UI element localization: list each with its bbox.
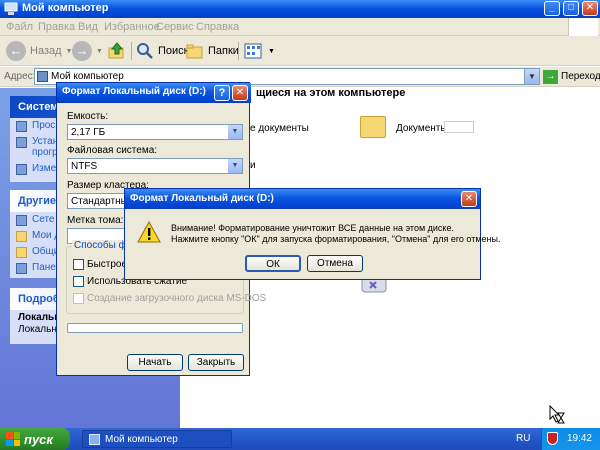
forward-button[interactable]: → ▼ — [72, 40, 103, 62]
views-icon — [244, 43, 262, 59]
close-button[interactable]: ✕ — [582, 1, 598, 16]
warning-message-line2: Нажмите кнопку "ОК" для запуска форматир… — [171, 234, 501, 244]
menu-edit[interactable]: Правка — [38, 21, 75, 33]
chevron-down-icon: ▼ — [268, 47, 275, 55]
format-dialog-title: Формат Локальный диск (D:) — [62, 86, 206, 97]
address-dropdown-button[interactable]: ▼ — [524, 69, 539, 84]
format-dialog-title-bar[interactable]: Формат Локальный диск (D:) ? ✕ — [57, 83, 251, 103]
minimize-button[interactable]: _ — [544, 1, 560, 16]
filesystem-label: Файловая система: — [67, 145, 158, 156]
help-button[interactable]: ? — [214, 85, 230, 101]
views-button[interactable]: ▼ — [244, 40, 275, 62]
up-folder-icon — [108, 42, 124, 59]
ok-button[interactable]: ОК — [245, 255, 301, 272]
content-section-label: и — [250, 160, 256, 171]
volume-label-label: Метка тома: — [67, 215, 124, 226]
checkbox-box — [73, 276, 84, 287]
checkbox-box — [73, 293, 84, 304]
folder-icon — [16, 247, 27, 258]
task-icon — [16, 164, 27, 175]
forward-arrow-icon: → — [72, 41, 92, 61]
cancel-button[interactable]: Отмена — [307, 255, 363, 272]
filesystem-select[interactable]: NTFS ▼ — [67, 158, 243, 174]
taskbar-item-my-computer[interactable]: Мой компьютер — [82, 430, 232, 448]
format-progress-bar — [67, 323, 243, 333]
explorer-title-bar[interactable]: Мой компьютер _ □ ✕ — [0, 0, 600, 18]
toolbar: ← Назад ▼ → ▼ Поиск Папки ▼ — [0, 36, 600, 66]
start-button[interactable]: пуск — [0, 428, 70, 450]
chevron-down-icon: ▼ — [228, 125, 242, 139]
search-icon — [137, 43, 153, 59]
warning-close-x-button[interactable]: ✕ — [461, 191, 477, 207]
clock[interactable]: 19:42 — [567, 433, 592, 444]
security-shield-icon[interactable] — [547, 432, 558, 445]
my-computer-icon — [4, 2, 18, 15]
back-button[interactable]: ← Назад ▼ — [6, 40, 72, 62]
taskbar: пуск Мой компьютер RU 19:42 — [0, 428, 600, 450]
system-tray: 19:42 — [541, 428, 600, 450]
hourglass-cursor-icon — [549, 405, 565, 424]
back-arrow-icon: ← — [6, 41, 26, 61]
content-group-header: щиеся на этом компьютере — [256, 87, 406, 99]
explorer-title: Мой компьютер — [22, 2, 109, 14]
close-format-button[interactable]: Закрыть — [188, 354, 244, 371]
warning-dialog-title-bar[interactable]: Формат Локальный диск (D:) ✕ — [125, 189, 480, 209]
go-arrow-icon: → — [543, 69, 558, 84]
menu-view[interactable]: Вид — [78, 21, 98, 33]
checkbox-box — [73, 259, 84, 270]
shared-documents-label[interactable]: е документы — [250, 123, 309, 134]
warning-icon — [137, 221, 161, 243]
task-icon — [16, 121, 27, 132]
search-button[interactable]: Поиск — [136, 40, 188, 62]
chevron-down-icon: ▼ — [228, 159, 242, 173]
control-panel-icon — [16, 263, 27, 274]
folders-icon — [186, 44, 203, 59]
warning-message-line1: Внимание! Форматирование уничтожит ВСЕ д… — [171, 223, 454, 233]
address-label: Адрес: — [4, 71, 36, 82]
folder-icon[interactable] — [360, 116, 386, 138]
up-folder-button[interactable] — [108, 40, 126, 62]
go-button[interactable]: → Переход — [543, 68, 600, 85]
chevron-down-icon: ▼ — [96, 47, 103, 55]
folders-button[interactable]: Папки — [186, 40, 239, 62]
warning-dialog: Формат Локальный диск (D:) ✕ Внимание! Ф… — [124, 188, 501, 280]
format-close-x-button[interactable]: ✕ — [232, 85, 248, 101]
my-computer-icon — [89, 433, 100, 445]
network-icon — [16, 215, 27, 226]
hidden-username — [444, 121, 474, 133]
folder-icon — [16, 231, 27, 242]
capacity-select[interactable]: 2,17 ГБ ▼ — [67, 124, 243, 140]
menu-file[interactable]: Файл — [6, 21, 33, 33]
msdos-boot-disk-checkbox: Создание загрузочного диска MS-DOS — [73, 293, 266, 304]
language-indicator[interactable]: RU — [516, 433, 530, 444]
windows-logo-icon — [568, 18, 598, 36]
windows-logo-icon — [6, 432, 20, 446]
warning-dialog-title: Формат Локальный диск (D:) — [130, 193, 274, 204]
maximize-button[interactable]: □ — [563, 1, 579, 16]
menu-tools[interactable]: Сервис — [156, 21, 194, 33]
start-format-button[interactable]: Начать — [127, 354, 183, 371]
menu-favorites[interactable]: Избранное — [104, 21, 160, 33]
menu-help[interactable]: Справка — [196, 21, 239, 33]
menu-bar: Файл Правка Вид Избранное Сервис Справка — [0, 18, 600, 36]
my-computer-icon — [37, 71, 48, 82]
capacity-label: Емкость: — [67, 111, 109, 122]
